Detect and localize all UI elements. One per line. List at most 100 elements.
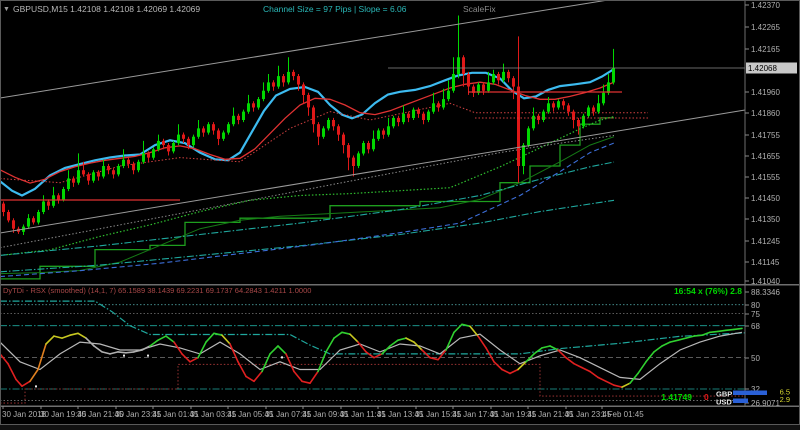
- symbol-dropdown-arrow[interactable]: ▼: [3, 6, 10, 13]
- rsx-line-segment: [725, 328, 735, 332]
- bid-price-tag: 1.42068: [746, 62, 797, 74]
- candle-body: [542, 111, 545, 120]
- candle-body: [422, 113, 425, 120]
- price-axis-label: 1.41960: [751, 88, 780, 97]
- candle-body: [442, 99, 445, 108]
- candle-body: [447, 90, 450, 100]
- candle-body: [547, 103, 550, 112]
- candle-body: [72, 178, 75, 183]
- candle-body: [132, 163, 135, 171]
- candle-body: [452, 74, 455, 91]
- rsx-dot-marker: [123, 354, 125, 357]
- candle-body: [517, 86, 520, 166]
- price-axis-label: 1.42370: [751, 1, 780, 10]
- time-axis-divider: [0, 405, 800, 407]
- candle-body: [272, 82, 275, 87]
- candle-body: [37, 212, 40, 223]
- candle-body: [177, 134, 180, 143]
- price-axis-label: 1.41350: [751, 215, 780, 224]
- candle-body: [242, 111, 245, 120]
- price-axis-label: 1.41145: [751, 258, 780, 267]
- candle-body: [162, 140, 165, 146]
- rsx-line-segment: [709, 330, 719, 334]
- candle-body: [397, 117, 400, 123]
- rsx-dot-marker: [281, 356, 283, 359]
- candle-body: [127, 159, 130, 164]
- candle-body: [367, 143, 370, 150]
- chart-canvas: 1.42370 1.42265 1.42165 1.41960 1.41860 1.417…: [0, 0, 800, 425]
- candle-body: [577, 120, 580, 127]
- candle-body: [137, 161, 140, 171]
- candle-body: [182, 134, 185, 139]
- candle-body: [197, 128, 200, 137]
- orders-count: 0: [704, 392, 709, 402]
- candle-body: [412, 109, 415, 118]
- indicator-axis-label: 26.9071: [751, 399, 780, 408]
- candle-body: [267, 82, 270, 91]
- candle-body: [592, 107, 595, 112]
- price-axis-label: 1.41755: [751, 131, 780, 140]
- candle-body: [597, 103, 600, 112]
- candle-body: [392, 117, 395, 127]
- candle-body: [302, 84, 305, 95]
- indicator-plot[interactable]: [0, 286, 745, 405]
- candle-body: [437, 103, 440, 108]
- candle-body: [612, 68, 615, 83]
- candle-body: [297, 76, 300, 85]
- candle-body: [257, 99, 260, 108]
- candle-body: [67, 178, 70, 189]
- candle-body: [432, 103, 435, 112]
- indicator-axis-label: 50: [751, 354, 760, 363]
- candle-body: [582, 115, 585, 127]
- candle-body: [92, 172, 95, 181]
- scalefix-label[interactable]: ScaleFix: [463, 4, 496, 14]
- candle-body: [277, 76, 280, 87]
- candle-body: [187, 138, 190, 146]
- candle-body: [107, 166, 110, 171]
- price-axis-label: 1.42165: [751, 45, 780, 54]
- candle-body: [527, 128, 530, 146]
- candle-body: [142, 153, 145, 162]
- candle-body: [202, 128, 205, 133]
- channel-info-label: Channel Size = 97 Pips | Slope = 6.06: [263, 4, 407, 14]
- candle-body: [557, 101, 560, 108]
- price-axis-label: 1.42265: [751, 23, 780, 32]
- candle-body: [327, 120, 330, 129]
- price-axis-label: 1.41450: [751, 194, 780, 203]
- candle-body: [587, 107, 590, 116]
- candle-body: [287, 71, 290, 83]
- time-axis-label: 1 Feb 01:45: [601, 410, 644, 419]
- candle-body: [82, 170, 85, 175]
- candle-body: [212, 124, 215, 131]
- candle-body: [502, 71, 505, 81]
- candle-body: [57, 195, 60, 200]
- chart-title-ohlc: GBPUSD,M15 1.42108 1.42108 1.42069 1.420…: [13, 4, 200, 14]
- candle-body: [87, 174, 90, 181]
- indicator-axis-label: 68: [751, 322, 760, 331]
- candle-body: [32, 218, 35, 223]
- price-axis-label: 1.41040: [751, 277, 780, 286]
- candle-body: [157, 140, 160, 150]
- usd-strength-bar: [733, 398, 748, 403]
- rsx-line-segment: [125, 351, 135, 354]
- candle-body: [362, 143, 365, 154]
- candle-body: [227, 124, 230, 133]
- candle-body: [222, 132, 225, 139]
- candle-body: [12, 220, 15, 229]
- candle-body: [567, 105, 570, 112]
- rsx-line-segment: [693, 334, 703, 337]
- candle-body: [77, 170, 80, 183]
- candle-body: [102, 166, 105, 177]
- candle-body: [217, 130, 220, 139]
- candle-body: [192, 136, 195, 146]
- candle-body: [322, 128, 325, 137]
- candle-body: [147, 153, 150, 158]
- candle-body: [407, 113, 410, 118]
- rsx-line-segment: [717, 329, 727, 333]
- indicator-stat-label: 16:54 x (76%) 2.8: [674, 286, 742, 296]
- rsx-line-segment: [733, 327, 743, 331]
- price-axis-label: 1.41555: [751, 173, 780, 182]
- candle-body: [382, 130, 385, 135]
- candle-body: [462, 57, 465, 74]
- candle-body: [62, 189, 65, 200]
